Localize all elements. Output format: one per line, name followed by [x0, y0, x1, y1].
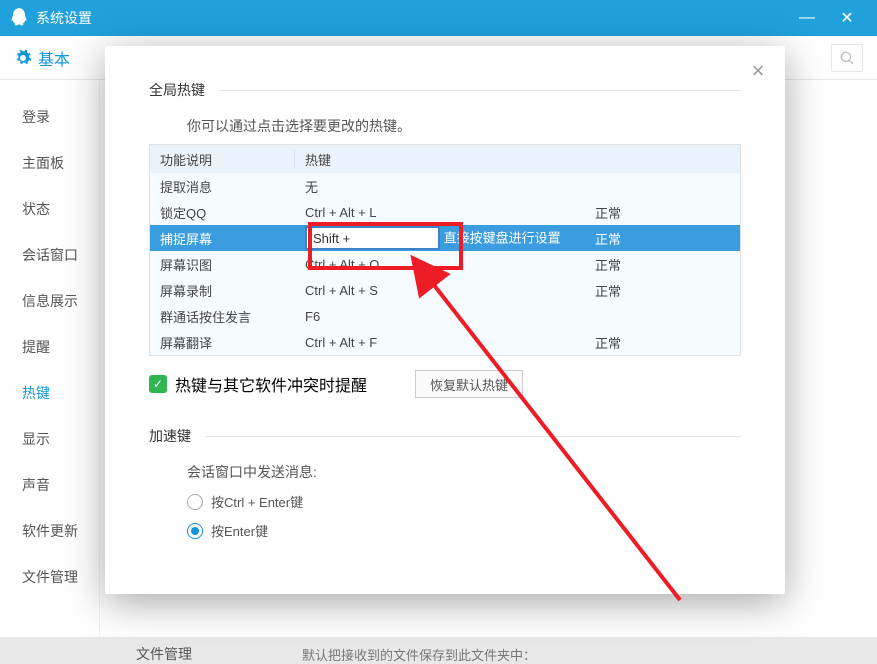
- cell-status: 正常: [585, 333, 740, 352]
- file-manage-label: 文件管理: [136, 644, 192, 664]
- option-enter[interactable]: 按Enter键: [187, 521, 741, 540]
- hotkey-dialog: × 全局热键 你可以通过点击选择要更改的热键。 功能说明 热键 提取消息 无 锁…: [105, 46, 785, 594]
- radio-icon: [187, 523, 203, 539]
- cell-key: Ctrl + Alt + F: [295, 335, 585, 350]
- hotkey-input[interactable]: [305, 226, 440, 250]
- cell-func: 提取消息: [150, 177, 295, 196]
- col-func: 功能说明: [150, 150, 295, 169]
- option-label: 按Ctrl + Enter键: [211, 492, 303, 511]
- app-logo-icon: [10, 7, 28, 29]
- cell-key: Ctrl + Alt + S: [295, 283, 585, 298]
- hotkey-table: 功能说明 热键 提取消息 无 锁定QQ Ctrl + Alt + L 正常 捕捉…: [149, 144, 741, 356]
- gear-icon: [14, 49, 32, 67]
- section-global-hotkey: 全局热键: [149, 80, 741, 100]
- sidebar-item-reminder[interactable]: 提醒: [0, 324, 99, 370]
- section-accel-key: 加速键: [149, 426, 741, 446]
- conflict-checkbox-row: ✓ 热键与其它软件冲突时提醒 恢复默认热键: [149, 370, 741, 398]
- sidebar-item-label: 软件更新: [22, 521, 78, 541]
- close-button[interactable]: ✕: [827, 0, 867, 36]
- dialog-overlay: × 全局热键 你可以通过点击选择要更改的热键。 功能说明 热键 提取消息 无 锁…: [0, 0, 877, 637]
- table-row[interactable]: 屏幕识图 Ctrl + Alt + O 正常: [150, 251, 740, 277]
- sidebar-item-label: 热键: [22, 383, 50, 403]
- search-button[interactable]: [831, 44, 863, 72]
- section-label: 加速键: [149, 426, 191, 446]
- sidebar-item-sound[interactable]: 声音: [0, 462, 99, 508]
- cell-func: 屏幕识图: [150, 255, 295, 274]
- cell-status: 正常: [585, 203, 740, 222]
- cell-func: 捕捉屏幕: [150, 229, 295, 248]
- window-title: 系统设置: [36, 8, 92, 28]
- cell-key: F6: [295, 309, 585, 324]
- cell-status: 正常: [585, 281, 740, 300]
- cell-func: 锁定QQ: [150, 203, 295, 222]
- search-icon: [840, 51, 854, 65]
- cell-func: 群通话按住发言: [150, 307, 295, 326]
- col-hotkey: 热键: [295, 150, 740, 169]
- cell-status: 正常: [585, 229, 740, 248]
- sidebar-item-label: 登录: [22, 107, 50, 127]
- sidebar-item-label: 信息展示: [22, 291, 78, 311]
- table-row[interactable]: 屏幕翻译 Ctrl + Alt + F 正常: [150, 329, 740, 355]
- sidebar-item-file-manage[interactable]: 文件管理: [0, 554, 99, 600]
- section-label: 全局热键: [149, 80, 205, 100]
- cell-key: Ctrl + Alt + L: [295, 205, 585, 220]
- cell-key-edit: 直接按键盘进行设置: [295, 226, 585, 250]
- sidebar: 登录 主面板 状态 会话窗口 信息展示 提醒 热键 显示 声音 软件更新 文件管…: [0, 80, 100, 637]
- table-row-selected[interactable]: 捕捉屏幕 直接按键盘进行设置 正常: [150, 225, 740, 251]
- titlebar: 系统设置 — ✕: [0, 0, 877, 36]
- table-row[interactable]: 群通话按住发言 F6: [150, 303, 740, 329]
- table-row[interactable]: 屏幕录制 Ctrl + Alt + S 正常: [150, 277, 740, 303]
- sidebar-item-label: 文件管理: [22, 567, 78, 587]
- dialog-close-button[interactable]: ×: [745, 58, 771, 84]
- divider: [205, 436, 741, 437]
- restore-defaults-button[interactable]: 恢复默认热键: [415, 370, 523, 398]
- cell-func: 屏幕翻译: [150, 333, 295, 352]
- sidebar-item-hotkey[interactable]: 热键: [0, 370, 99, 416]
- cell-key: Ctrl + Alt + O: [295, 257, 585, 272]
- minimize-button[interactable]: —: [787, 0, 827, 36]
- sidebar-item-label: 提醒: [22, 337, 50, 357]
- option-ctrl-enter[interactable]: 按Ctrl + Enter键: [187, 492, 741, 511]
- table-row[interactable]: 锁定QQ Ctrl + Alt + L 正常: [150, 199, 740, 225]
- tab-basic[interactable]: 基本: [14, 46, 70, 70]
- cell-status: 正常: [585, 255, 740, 274]
- sidebar-item-info-display[interactable]: 信息展示: [0, 278, 99, 324]
- cell-func: 屏幕录制: [150, 281, 295, 300]
- sidebar-item-label: 显示: [22, 429, 50, 449]
- sidebar-item-label: 状态: [22, 199, 50, 219]
- table-row[interactable]: 提取消息 无: [150, 173, 740, 199]
- table-header: 功能说明 热键: [150, 145, 740, 173]
- hotkey-hint: 你可以通过点击选择要更改的热键。: [187, 116, 741, 136]
- send-label: 会话窗口中发送消息:: [187, 462, 741, 482]
- sidebar-item-label: 主面板: [22, 153, 64, 173]
- sidebar-item-update[interactable]: 软件更新: [0, 508, 99, 554]
- sidebar-item-label: 会话窗口: [22, 245, 78, 265]
- sidebar-item-chat-window[interactable]: 会话窗口: [0, 232, 99, 278]
- sidebar-item-status[interactable]: 状态: [0, 186, 99, 232]
- hotkey-inline-hint: 直接按键盘进行设置: [444, 231, 561, 246]
- cell-key: 无: [295, 177, 585, 196]
- option-label: 按Enter键: [211, 521, 268, 540]
- sidebar-item-main-panel[interactable]: 主面板: [0, 140, 99, 186]
- sidebar-item-display[interactable]: 显示: [0, 416, 99, 462]
- divider: [219, 90, 741, 91]
- sidebar-item-login[interactable]: 登录: [0, 94, 99, 140]
- file-manage-desc: 默认把接收到的文件保存到此文件夹中：: [302, 645, 536, 664]
- conflict-label: 热键与其它软件冲突时提醒: [175, 372, 367, 396]
- sidebar-item-label: 声音: [22, 475, 50, 495]
- conflict-checkbox[interactable]: ✓: [149, 375, 167, 393]
- radio-icon: [187, 494, 203, 510]
- tab-basic-label: 基本: [38, 46, 70, 70]
